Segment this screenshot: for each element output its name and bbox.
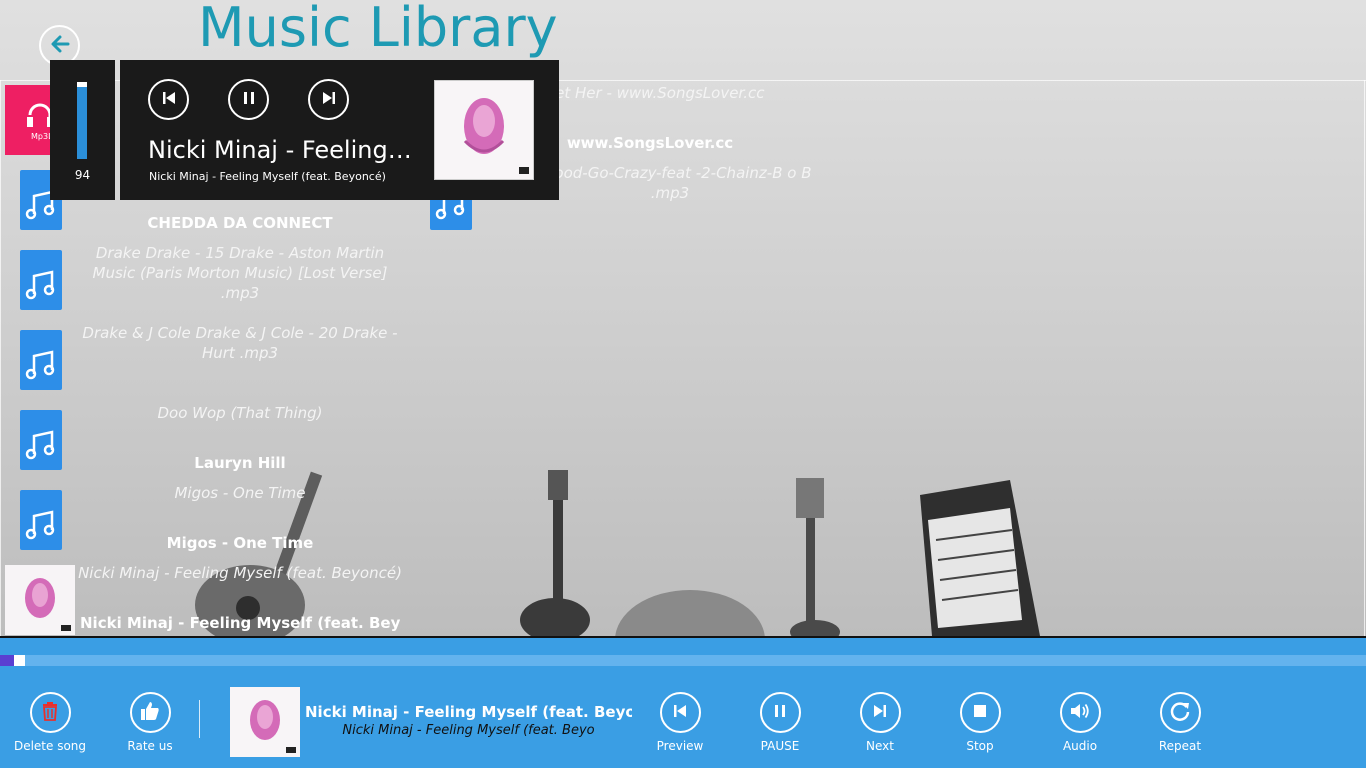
stop-icon	[973, 703, 987, 722]
mini-next-button[interactable]	[308, 79, 349, 120]
page-title: Music Library	[198, 0, 558, 59]
rate-us-button[interactable]: Rate us	[100, 692, 200, 753]
list-item[interactable]: Doo Wop (That Thing)	[75, 403, 405, 423]
mini-previous-button[interactable]	[148, 79, 189, 120]
preview-button[interactable]: Preview	[630, 692, 730, 753]
speaker-icon	[1069, 701, 1091, 725]
audio-button[interactable]: Audio	[1030, 692, 1130, 753]
now-playing-art	[230, 687, 300, 757]
progress-thumb[interactable]	[14, 655, 25, 666]
list-item[interactable]: Drake Drake - 15 Drake - Aston Martin Mu…	[75, 243, 405, 303]
list-item-heading: Migos - One Time	[166, 534, 314, 552]
music-file-icon[interactable]	[20, 410, 62, 470]
mini-album-art	[434, 80, 534, 180]
audio-label: Audio	[1062, 739, 1098, 753]
back-arrow-icon	[48, 32, 72, 60]
pause-label: PAUSE	[760, 739, 800, 753]
frame-left	[0, 80, 1, 636]
mini-player: Nicki Minaj - Feeling… Nicki Minaj - Fee…	[120, 60, 559, 200]
delete-song-label: Delete song	[13, 739, 87, 753]
pause-button[interactable]: PAUSE	[730, 692, 830, 753]
list-item-heading: www.SongsLover.cc	[566, 134, 734, 152]
next-button[interactable]: Next	[830, 692, 930, 753]
now-playing-title: Nicki Minaj - Feeling Myself (feat. Beyo…	[305, 703, 632, 721]
album-thumbnail[interactable]	[5, 565, 75, 635]
thumbs-up-icon	[139, 700, 161, 726]
list-item-heading: Lauryn Hill	[194, 454, 286, 472]
list-item-heading: CHEDDA DA CONNECT	[147, 214, 333, 232]
list-item[interactable]: ne Get Her - www.SongsLover.cc	[520, 83, 790, 103]
app-bar-edge	[0, 636, 1366, 638]
delete-song-button[interactable]: Delete song	[0, 692, 100, 753]
next-label: Next	[866, 739, 894, 753]
progress-bar[interactable]	[0, 655, 1366, 666]
list-item[interactable]: Drake & J Cole Drake & J Cole - 20 Drake…	[75, 323, 405, 363]
next-icon	[871, 702, 889, 724]
music-file-icon[interactable]	[20, 250, 62, 310]
repeat-button[interactable]: Repeat	[1130, 692, 1230, 753]
pause-icon	[240, 89, 258, 111]
list-item[interactable]: e-Hood-Go-Crazy-feat -2-Chainz-B o B .mp…	[520, 163, 820, 203]
now-playing-subtitle: Nicki Minaj - Feeling Myself (feat. Beyo	[342, 723, 595, 738]
app-bar-divider	[199, 700, 200, 738]
next-icon	[320, 89, 338, 111]
mini-track-subtitle: Nicki Minaj - Feeling Myself (feat. Beyo…	[149, 170, 386, 183]
repeat-label: Repeat	[1158, 739, 1202, 753]
music-file-icon[interactable]	[20, 330, 62, 390]
previous-icon	[160, 89, 178, 111]
progress-fill	[0, 655, 14, 666]
list-item[interactable]: Nicki Minaj - Feeling Myself (feat. Beyo…	[75, 563, 405, 583]
repeat-icon	[1168, 699, 1192, 727]
rate-us-label: Rate us	[127, 739, 173, 753]
mini-track-title: Nicki Minaj - Feeling…	[148, 136, 412, 164]
frame-right	[1364, 80, 1365, 636]
stop-button[interactable]: Stop	[930, 692, 1030, 753]
trash-icon	[41, 701, 59, 725]
volume-value: 94	[74, 168, 91, 182]
preview-label: Preview	[656, 739, 704, 753]
mini-pause-button[interactable]	[228, 79, 269, 120]
stop-label: Stop	[966, 739, 994, 753]
list-item[interactable]: Migos - One Time	[75, 483, 405, 503]
list-item-heading: Nicki Minaj - Feeling Myself (feat. Beyo	[80, 614, 400, 632]
previous-icon	[671, 702, 689, 724]
pause-icon	[771, 702, 789, 724]
volume-slider[interactable]	[77, 87, 87, 159]
music-file-icon[interactable]	[20, 490, 62, 550]
